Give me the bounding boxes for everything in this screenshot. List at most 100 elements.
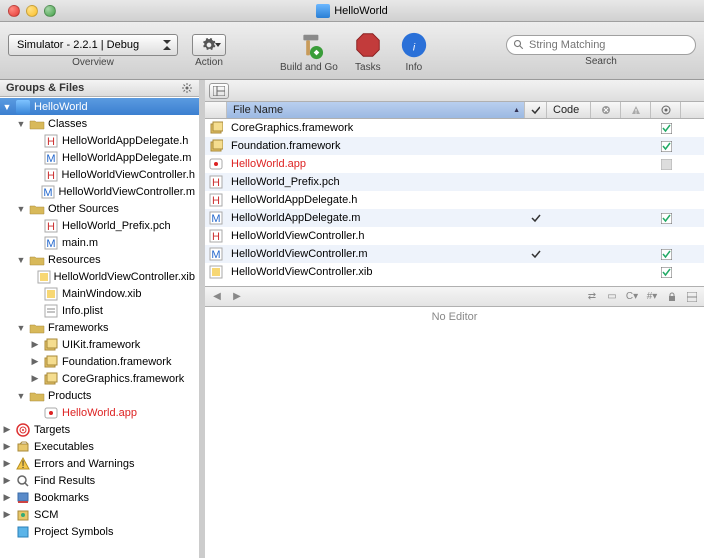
tree-item[interactable]: ▶Executables bbox=[0, 438, 199, 455]
column-file-name-header[interactable]: File Name bbox=[227, 102, 525, 118]
tree-item-label: Classes bbox=[48, 118, 87, 130]
table-row[interactable]: HHelloWorldAppDelegate.h bbox=[205, 191, 704, 209]
class-browser-button[interactable]: C▾ bbox=[624, 290, 640, 304]
tasks-button[interactable] bbox=[352, 29, 384, 61]
disclosure-triangle-icon[interactable]: ▶ bbox=[2, 475, 12, 486]
row-target-cell[interactable] bbox=[651, 159, 681, 170]
table-row[interactable]: Foundation.framework bbox=[205, 137, 704, 155]
action-menu-button[interactable] bbox=[192, 34, 226, 56]
tree-item[interactable]: ▶Targets bbox=[0, 421, 199, 438]
tree-item[interactable]: ▶Find Results bbox=[0, 472, 199, 489]
sidebar-config-icon[interactable] bbox=[181, 82, 193, 94]
tree-item[interactable]: HelloWorld.app bbox=[0, 404, 199, 421]
row-target-cell[interactable] bbox=[651, 267, 681, 278]
target-checkbox[interactable] bbox=[661, 123, 672, 134]
project-icon bbox=[15, 100, 31, 114]
column-build-check-header[interactable] bbox=[525, 102, 547, 118]
tree-item[interactable]: ▼ Classes bbox=[0, 115, 199, 132]
table-row[interactable]: MHelloWorldViewController.m bbox=[205, 245, 704, 263]
info-button[interactable]: i bbox=[398, 29, 430, 61]
column-code-header[interactable]: Code bbox=[547, 102, 591, 118]
table-row[interactable]: HHelloWorld_Prefix.pch bbox=[205, 173, 704, 191]
disclosure-triangle-icon[interactable]: ▼ bbox=[16, 204, 26, 214]
table-row[interactable]: HHelloWorldViewController.h bbox=[205, 227, 704, 245]
lock-button[interactable] bbox=[664, 290, 680, 304]
disclosure-triangle-icon[interactable]: ▶ bbox=[2, 441, 12, 452]
nav-back-button[interactable]: ◀ bbox=[209, 290, 225, 304]
tree-item[interactable]: ▶!Errors and Warnings bbox=[0, 455, 199, 472]
breakpoints-button[interactable]: ▭ bbox=[604, 290, 620, 304]
search-input[interactable] bbox=[529, 39, 689, 51]
table-row[interactable]: CoreGraphics.framework bbox=[205, 119, 704, 137]
tree-item[interactable]: ▼Products bbox=[0, 387, 199, 404]
disclosure-triangle-icon[interactable]: ▶ bbox=[30, 373, 40, 384]
target-checkbox[interactable] bbox=[661, 141, 672, 152]
tree-item[interactable]: ▼Frameworks bbox=[0, 319, 199, 336]
tree-item[interactable]: ▼Other Sources bbox=[0, 200, 199, 217]
disclosure-triangle-icon[interactable]: ▼ bbox=[16, 255, 26, 265]
row-target-cell[interactable] bbox=[651, 141, 681, 152]
row-target-cell[interactable] bbox=[651, 249, 681, 260]
tree-item[interactable]: ▼Resources bbox=[0, 251, 199, 268]
target-checkbox[interactable] bbox=[661, 213, 672, 224]
zoom-window-button[interactable] bbox=[44, 5, 56, 17]
table-row[interactable]: HelloWorldViewController.xib bbox=[205, 263, 704, 281]
tree-item[interactable]: MHelloWorldViewController.m bbox=[0, 183, 199, 200]
build-and-go-button[interactable] bbox=[293, 29, 325, 61]
checkmark-icon bbox=[531, 249, 541, 259]
tree-item[interactable]: ▶UIKit.framework bbox=[0, 336, 199, 353]
column-icon-header[interactable] bbox=[205, 102, 227, 118]
tree-item[interactable]: Info.plist bbox=[0, 302, 199, 319]
tree-item[interactable]: Mmain.m bbox=[0, 234, 199, 251]
column-warnings-header[interactable] bbox=[621, 102, 651, 118]
tree-item[interactable]: ▶ SCM bbox=[0, 506, 199, 523]
tree-item[interactable]: HHelloWorldAppDelegate.h bbox=[0, 132, 199, 149]
disclosure-triangle-icon[interactable]: ▶ bbox=[30, 356, 40, 367]
row-target-cell[interactable] bbox=[651, 123, 681, 134]
search-field[interactable] bbox=[506, 35, 696, 55]
disclosure-triangle-icon[interactable]: ▶ bbox=[2, 458, 12, 469]
tree-item[interactable]: ▶Foundation.framework bbox=[0, 353, 199, 370]
target-checkbox[interactable] bbox=[661, 249, 672, 260]
disclosure-triangle-icon[interactable]: ▶ bbox=[2, 509, 12, 520]
row-name-cell: HelloWorldViewController.xib bbox=[227, 266, 525, 278]
table-row[interactable]: HelloWorld.app bbox=[205, 155, 704, 173]
table-row[interactable]: MHelloWorldAppDelegate.m bbox=[205, 209, 704, 227]
nav-forward-button[interactable]: ▶ bbox=[229, 290, 245, 304]
file-table-body[interactable]: CoreGraphics.frameworkFoundation.framewo… bbox=[205, 119, 704, 281]
close-window-button[interactable] bbox=[8, 5, 20, 17]
row-target-cell[interactable] bbox=[651, 213, 681, 224]
view-toggle-button[interactable] bbox=[209, 83, 229, 99]
disclosure-triangle-icon[interactable]: ▼ bbox=[16, 391, 26, 401]
split-editor-button[interactable] bbox=[684, 290, 700, 304]
disclosure-triangle-icon[interactable]: ▼ bbox=[16, 119, 26, 129]
tree-item[interactable]: HelloWorldViewController.xib bbox=[0, 268, 199, 285]
disclosure-triangle-icon[interactable]: ▼ bbox=[2, 102, 12, 112]
tree-item[interactable]: MainWindow.xib bbox=[0, 285, 199, 302]
h-icon: H bbox=[43, 168, 59, 182]
tree-item[interactable]: ▶Bookmarks bbox=[0, 489, 199, 506]
target-checkbox[interactable] bbox=[661, 267, 672, 278]
disclosure-triangle-icon[interactable]: ▶ bbox=[30, 339, 40, 350]
overview-selector[interactable]: Simulator - 2.2.1 | Debug bbox=[8, 34, 178, 56]
disclosure-triangle-icon[interactable]: ▼ bbox=[16, 323, 26, 333]
tree-item[interactable]: Project Symbols bbox=[0, 523, 199, 540]
column-target-header[interactable] bbox=[651, 102, 681, 118]
sidebar-header[interactable]: Groups & Files bbox=[0, 80, 199, 97]
minimize-window-button[interactable] bbox=[26, 5, 38, 17]
overview-selector-value: Simulator - 2.2.1 | Debug bbox=[17, 39, 139, 51]
tree-item[interactable]: HHelloWorldViewController.h bbox=[0, 166, 199, 183]
counterpart-button[interactable]: ⇄ bbox=[584, 290, 600, 304]
tree-item-label: SCM bbox=[34, 509, 58, 521]
function-popup-button[interactable]: #▾ bbox=[644, 290, 660, 304]
disclosure-triangle-icon[interactable]: ▶ bbox=[2, 424, 12, 435]
tree-item[interactable]: MHelloWorldAppDelegate.m bbox=[0, 149, 199, 166]
disclosure-triangle-icon[interactable]: ▶ bbox=[2, 492, 12, 503]
tree-item[interactable]: HHelloWorld_Prefix.pch bbox=[0, 217, 199, 234]
tree-item[interactable]: ▶CoreGraphics.framework bbox=[0, 370, 199, 387]
column-errors-header[interactable] bbox=[591, 102, 621, 118]
symbols-icon bbox=[15, 525, 31, 539]
tree-item[interactable]: ▼HelloWorld bbox=[0, 98, 199, 115]
source-tree[interactable]: ▼HelloWorld▼ClassesHHelloWorldAppDelegat… bbox=[0, 97, 199, 558]
warning-icon bbox=[631, 105, 641, 115]
